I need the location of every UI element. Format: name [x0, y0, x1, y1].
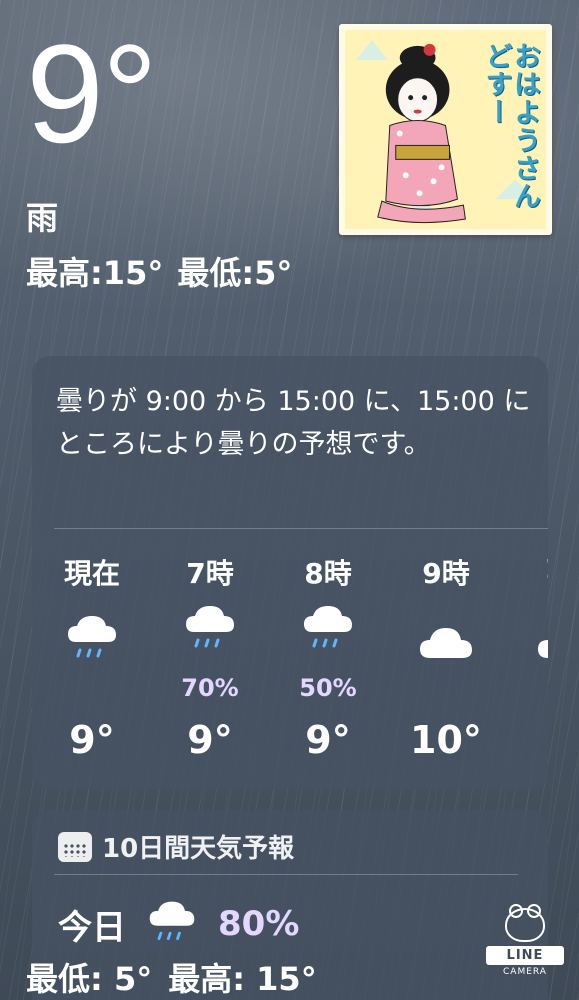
maiko-sticker: おはようさんどすー: [339, 24, 552, 235]
sticker-text: おはようさんどすー: [480, 42, 540, 210]
forecast-summary: 曇りが 9:00 から 15:00 に、15:00 にところにより曇りの予想です…: [56, 386, 531, 460]
today-row[interactable]: 今日 80%: [58, 896, 299, 952]
bear-icon: [505, 904, 545, 942]
rain-cloud-icon: [268, 598, 388, 662]
watermark-brand: LINE: [486, 946, 564, 965]
hour-label: 現在: [63, 557, 120, 590]
hourly-strip[interactable]: 現在 9° 7時 70% 9° 8時 50% 9° 9時 10°: [32, 552, 548, 782]
today-low: 最低: 5°: [26, 960, 153, 998]
high-temp: 最高:15°: [26, 254, 164, 292]
hour-temp: 10°: [410, 718, 482, 762]
hour-label: 8時: [304, 557, 352, 590]
current-condition: 雨: [26, 199, 59, 237]
rain-cloud-icon: [32, 608, 152, 672]
card-divider: [54, 528, 548, 529]
current-temperature: 9°: [26, 15, 158, 172]
cloud-icon: [386, 622, 506, 686]
line-camera-watermark: LINE CAMERA: [486, 904, 564, 992]
forecast-title: 10日間天気予報: [102, 834, 295, 864]
hour-temp: 9°: [187, 718, 233, 762]
today-precip: 80%: [218, 904, 300, 944]
rain-cloud-icon: [144, 896, 200, 952]
today-label: 今日: [58, 907, 126, 948]
hour-label: 10: [504, 552, 548, 585]
hour-precip: 50%: [299, 674, 357, 702]
hour-temp: 9°: [69, 718, 115, 762]
rain-cloud-icon: [150, 598, 270, 662]
hour-temp: 9°: [305, 718, 351, 762]
forecast-divider: [54, 874, 518, 875]
calendar-icon: [58, 831, 92, 862]
hourly-forecast-card[interactable]: 曇りが 9:00 から 15:00 に、15:00 にところにより曇りの予想です…: [32, 356, 548, 790]
high-low: 最高:15° 最低:5°: [26, 248, 306, 294]
hour-label: 9時: [422, 557, 470, 590]
low-temp: 最低:5°: [177, 254, 293, 292]
today-high: 最高: 15°: [168, 960, 317, 998]
today-low-high: 最低: 5° 最高: 15°: [26, 954, 333, 1000]
hour-label: 7時: [186, 557, 234, 590]
hour-precip: 70%: [181, 674, 239, 702]
cloud-icon: [504, 622, 548, 686]
hour-temp: 1: [504, 718, 548, 762]
forecast-header: 10日間天気予報: [58, 828, 294, 865]
watermark-sub: CAMERA: [503, 967, 547, 977]
